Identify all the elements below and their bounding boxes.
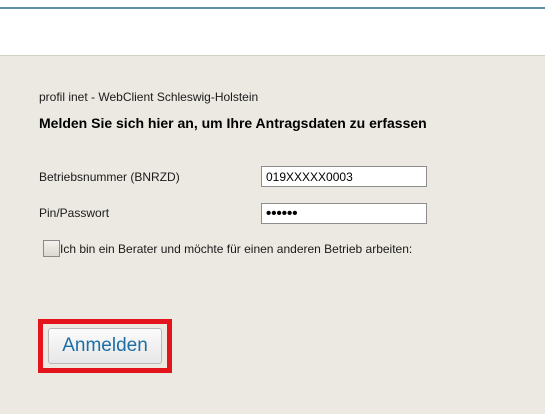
betriebsnummer-label: Betriebsnummer (BNRZD): [39, 170, 180, 184]
login-panel: profil inet - WebClient Schleswig-Holste…: [0, 55, 545, 414]
password-input[interactable]: ••••••: [261, 203, 427, 224]
password-label: Pin/Passwort: [39, 206, 110, 220]
betriebsnummer-input[interactable]: 019XXXXX0003: [261, 166, 427, 187]
berater-checkbox[interactable]: [43, 240, 60, 257]
top-bar: [0, 9, 545, 55]
app-subtitle: profil inet - WebClient Schleswig-Holste…: [39, 90, 259, 104]
login-window: profil inet - WebClient Schleswig-Holste…: [0, 0, 545, 414]
page-title: Melden Sie sich hier an, um Ihre Antrags…: [39, 115, 427, 131]
login-button[interactable]: Anmelden: [48, 328, 162, 364]
berater-checkbox-label[interactable]: Ich bin ein Berater und möchte für einen…: [60, 242, 412, 256]
